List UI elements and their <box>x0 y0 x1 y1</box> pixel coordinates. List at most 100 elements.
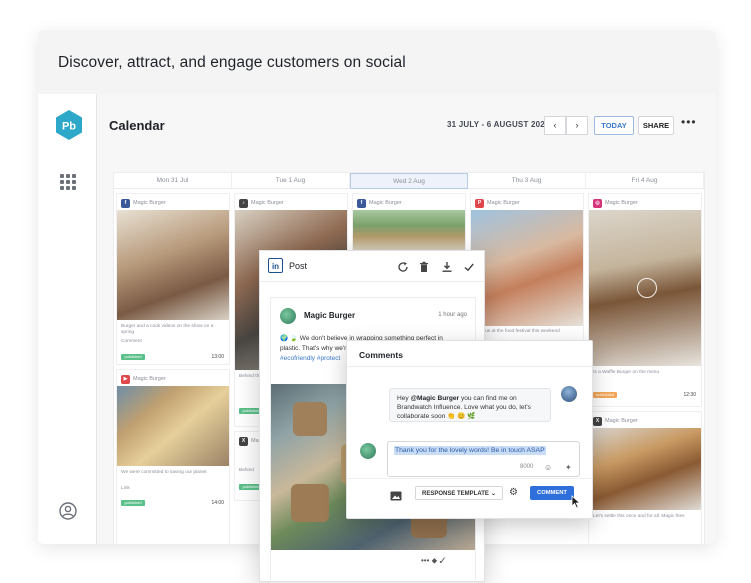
day-header-thu: Thu 3 Aug <box>468 173 586 189</box>
card-stat: Link <box>121 486 130 491</box>
share-button[interactable]: SHARE <box>638 116 674 135</box>
card-account: Magic Burger <box>605 418 638 424</box>
card-account: Magic Burger <box>133 200 166 206</box>
divider <box>347 366 592 367</box>
user-account-icon[interactable] <box>59 502 77 520</box>
facebook-icon: f <box>357 198 366 208</box>
post-image <box>353 210 465 252</box>
date-range: 31 JULY - 6 AUGUST 2023 <box>447 120 550 129</box>
card-caption: Is a Waffle Burger on the menu <box>593 370 660 375</box>
status-badge: published <box>121 500 145 506</box>
post-panel-header: in Post <box>260 251 484 282</box>
linkedin-icon: in <box>268 258 283 273</box>
download-icon[interactable] <box>441 260 453 272</box>
post-panel-title: Post <box>289 261 308 271</box>
comments-title: Comments <box>359 350 403 360</box>
post-hashtags[interactable]: #ecofriendly #protect <box>280 355 340 362</box>
card-header: ▶ Magic Burger <box>121 374 166 384</box>
divider <box>347 478 592 479</box>
post-image <box>117 386 229 466</box>
card-header: ♪ Magic Burger <box>239 198 284 208</box>
next-week-button[interactable]: › <box>566 116 588 135</box>
hero-headline: Discover, attract, and engage customers … <box>58 54 406 71</box>
post-image <box>589 428 701 510</box>
day-header-tue: Tue 1 Aug <box>232 173 350 189</box>
card-stat: Comment <box>121 339 142 344</box>
comment-mention[interactable]: @Magic Burger <box>411 395 460 402</box>
post-card[interactable]: ▶ Magic Burger We were committed to savin… <box>116 369 230 544</box>
card-caption: We were committed to saving our planet <box>121 470 207 475</box>
post-image <box>471 210 583 326</box>
card-account: Magic Burger <box>369 200 402 206</box>
youtube-icon: ▶ <box>121 374 130 384</box>
tiktok-icon: ♪ <box>239 198 248 208</box>
comment-submit-button[interactable]: COMMENT <box>530 486 574 500</box>
mouse-cursor-icon <box>571 495 581 509</box>
pinterest-icon: P <box>475 198 484 208</box>
card-header: ◎ Magic Burger <box>593 198 638 208</box>
card-header: XMagic Burger <box>593 416 638 426</box>
incoming-comment: Hey @Magic Burger you can find me on Bra… <box>389 388 551 422</box>
brand-avatar <box>360 443 376 459</box>
hero-banner: Discover, attract, and engage customers … <box>38 30 716 95</box>
post-image <box>589 210 701 366</box>
card-time: 13:00 <box>211 354 224 360</box>
more-options-icon[interactable]: ••• <box>681 115 697 129</box>
apps-grid-icon[interactable] <box>60 174 76 190</box>
card-account: Magic Burger <box>605 200 638 206</box>
emoji-icon[interactable]: ☺ <box>544 463 552 472</box>
author-avatar <box>280 308 296 324</box>
status-badge: scheduled <box>593 392 617 398</box>
logo-text: Pb <box>62 121 76 133</box>
day-header-fri: Fri 4 Aug <box>586 173 704 189</box>
x-icon: X <box>239 436 248 446</box>
trash-icon[interactable] <box>418 260 430 272</box>
facebook-icon: f <box>121 198 130 208</box>
prev-week-button[interactable]: ‹ <box>544 116 566 135</box>
page-title: Calendar <box>109 118 165 133</box>
post-image <box>117 210 229 320</box>
day-header-wed: Wed 2 Aug <box>350 173 468 189</box>
post-card[interactable]: P Magic Burger Join us at the food festiv… <box>470 193 584 343</box>
x-icon: X <box>593 416 602 426</box>
card-caption: Burger and a cook videos on the show on … <box>121 324 214 335</box>
post-card[interactable]: ◎ Magic Burger Is a Waffle Burger on the … <box>588 193 702 407</box>
card-header: f Magic Burger <box>357 198 402 208</box>
brand-logo[interactable]: Pb <box>56 110 82 140</box>
reply-input[interactable]: Thank you for the lovely words! Be in to… <box>387 441 580 477</box>
post-footer-icons[interactable]: ••• ⬥ ✓ <box>421 556 446 566</box>
post-card[interactable]: f Magic Burger Burger and a cook videos o… <box>116 193 230 365</box>
card-caption: Let's settle this once and for all: Magi… <box>593 514 685 519</box>
instagram-icon: ◎ <box>593 198 602 208</box>
magic-wand-icon[interactable]: ✦ <box>565 463 572 472</box>
post-card[interactable]: X Magic Burger Let's settle this once and… <box>588 411 702 544</box>
comments-panel: Comments Hey @Magic Burger you can find … <box>346 340 593 519</box>
card-header: P Magic Burger <box>475 198 520 208</box>
comment-prefix: Hey <box>397 395 411 402</box>
chevron-down-icon: ⌄ <box>490 491 496 497</box>
card-caption: Join us at the food festival this weeken… <box>475 329 560 334</box>
status-badge: published <box>121 354 145 360</box>
day-header-mon: Mon 31 Jul <box>114 173 232 189</box>
card-account: Magic Burger <box>487 200 520 206</box>
reply-text[interactable]: Thank you for the lovely words! Be in to… <box>394 446 546 455</box>
image-icon[interactable] <box>390 488 402 501</box>
card-header: f Magic Burger <box>121 198 166 208</box>
post-author: Magic Burger <box>304 311 356 320</box>
post-card[interactable]: f Magic Burger <box>352 193 466 253</box>
response-template-label: RESPONSE TEMPLATE <box>422 491 489 497</box>
play-icon[interactable] <box>637 278 657 298</box>
sidebar: Pb <box>38 94 97 544</box>
card-time: 14:00 <box>211 500 224 506</box>
card-account: Magic Burger <box>133 376 166 382</box>
gear-icon[interactable]: ⚙ <box>509 488 518 498</box>
commenter-avatar <box>561 386 577 402</box>
card-time: 12:30 <box>683 392 696 398</box>
check-icon[interactable] <box>463 260 475 272</box>
refresh-icon[interactable] <box>397 260 409 272</box>
card-account: Magic Burger <box>251 200 284 206</box>
response-template-dropdown[interactable]: RESPONSE TEMPLATE ⌄ <box>415 486 503 500</box>
char-counter: 8000 <box>520 464 534 470</box>
today-button[interactable]: TODAY <box>594 116 634 135</box>
post-time: 1 hour ago <box>438 312 467 318</box>
